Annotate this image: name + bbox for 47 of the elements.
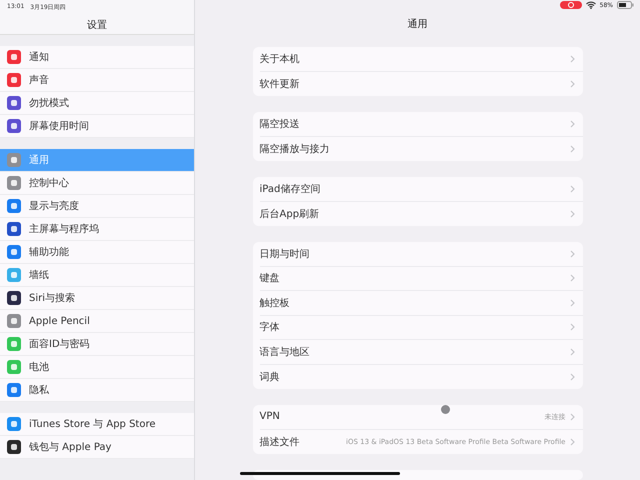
sidebar-item[interactable]: iTunes Store 与 App Store <box>0 413 194 436</box>
chevron-icon <box>570 323 574 332</box>
chevron-icon <box>570 412 574 421</box>
sidebar-item[interactable]: Siri与搜索 <box>0 287 194 310</box>
sidebar-item[interactable]: 显示与亮度 <box>0 195 194 218</box>
chevron-icon <box>570 250 574 258</box>
chevron-icon <box>570 184 574 193</box>
sidebar-item[interactable]: 屏幕使用时间 <box>0 115 194 138</box>
sidebar-item[interactable]: 声音 <box>0 69 194 92</box>
settings-row[interactable]: 语言与地区 <box>260 340 582 364</box>
sidebar-item[interactable]: 隐私 <box>0 379 194 402</box>
sidebar-item[interactable]: 主屏幕与程序坞 <box>0 218 194 241</box>
sidebar-item[interactable]: 辅助功能 <box>0 241 194 264</box>
settings-row[interactable]: 词典 <box>260 364 582 389</box>
settings-row[interactable]: 日期与时间 <box>260 242 582 266</box>
settings-row[interactable]: 触控板 <box>260 291 582 316</box>
battery-icon <box>617 1 634 9</box>
chevron-icon <box>570 438 574 446</box>
chevron-icon <box>570 144 574 153</box>
sidebar-item[interactable]: 钱包与 Apple Pay <box>0 436 194 459</box>
sidebar-item[interactable]: 电池 <box>0 356 194 379</box>
chevron-icon <box>570 120 574 128</box>
sidebar-item[interactable]: Apple Pencil <box>0 310 194 333</box>
settings-row[interactable]: 字体 <box>260 316 582 340</box>
sidebar-title: 设置 <box>86 18 108 32</box>
chevron-icon <box>570 274 574 282</box>
sidebar-item[interactable]: 控制中心 <box>0 172 194 195</box>
recording-indicator <box>560 1 582 9</box>
sidebar-item[interactable]: 墙纸 <box>0 264 194 287</box>
settings-row[interactable]: 隔空播放与接力 <box>260 136 582 161</box>
sidebar-item[interactable]: 通知 <box>0 46 194 69</box>
chevron-icon <box>570 372 574 381</box>
chevron-icon <box>570 54 574 63</box>
chevron-icon <box>570 80 574 88</box>
sidebar-item[interactable]: 面容ID与密码 <box>0 333 194 356</box>
settings-row[interactable]: iPad储存空间 <box>260 177 582 202</box>
chevron-icon <box>570 210 574 218</box>
settings-row[interactable]: 关于本机 <box>260 47 582 72</box>
settings-row[interactable]: 后台App刷新 <box>260 202 582 226</box>
settings-row[interactable]: 隔空投送 <box>260 112 582 136</box>
sidebar-item[interactable]: 勿扰模式 <box>0 92 194 115</box>
chevron-icon <box>570 298 574 307</box>
settings-row[interactable]: 软件更新 <box>260 72 582 96</box>
chevron-icon <box>570 348 574 356</box>
wifi-icon <box>586 1 596 9</box>
settings-row[interactable]: 键盘 <box>260 266 582 291</box>
page-title: 通用 <box>408 18 428 31</box>
